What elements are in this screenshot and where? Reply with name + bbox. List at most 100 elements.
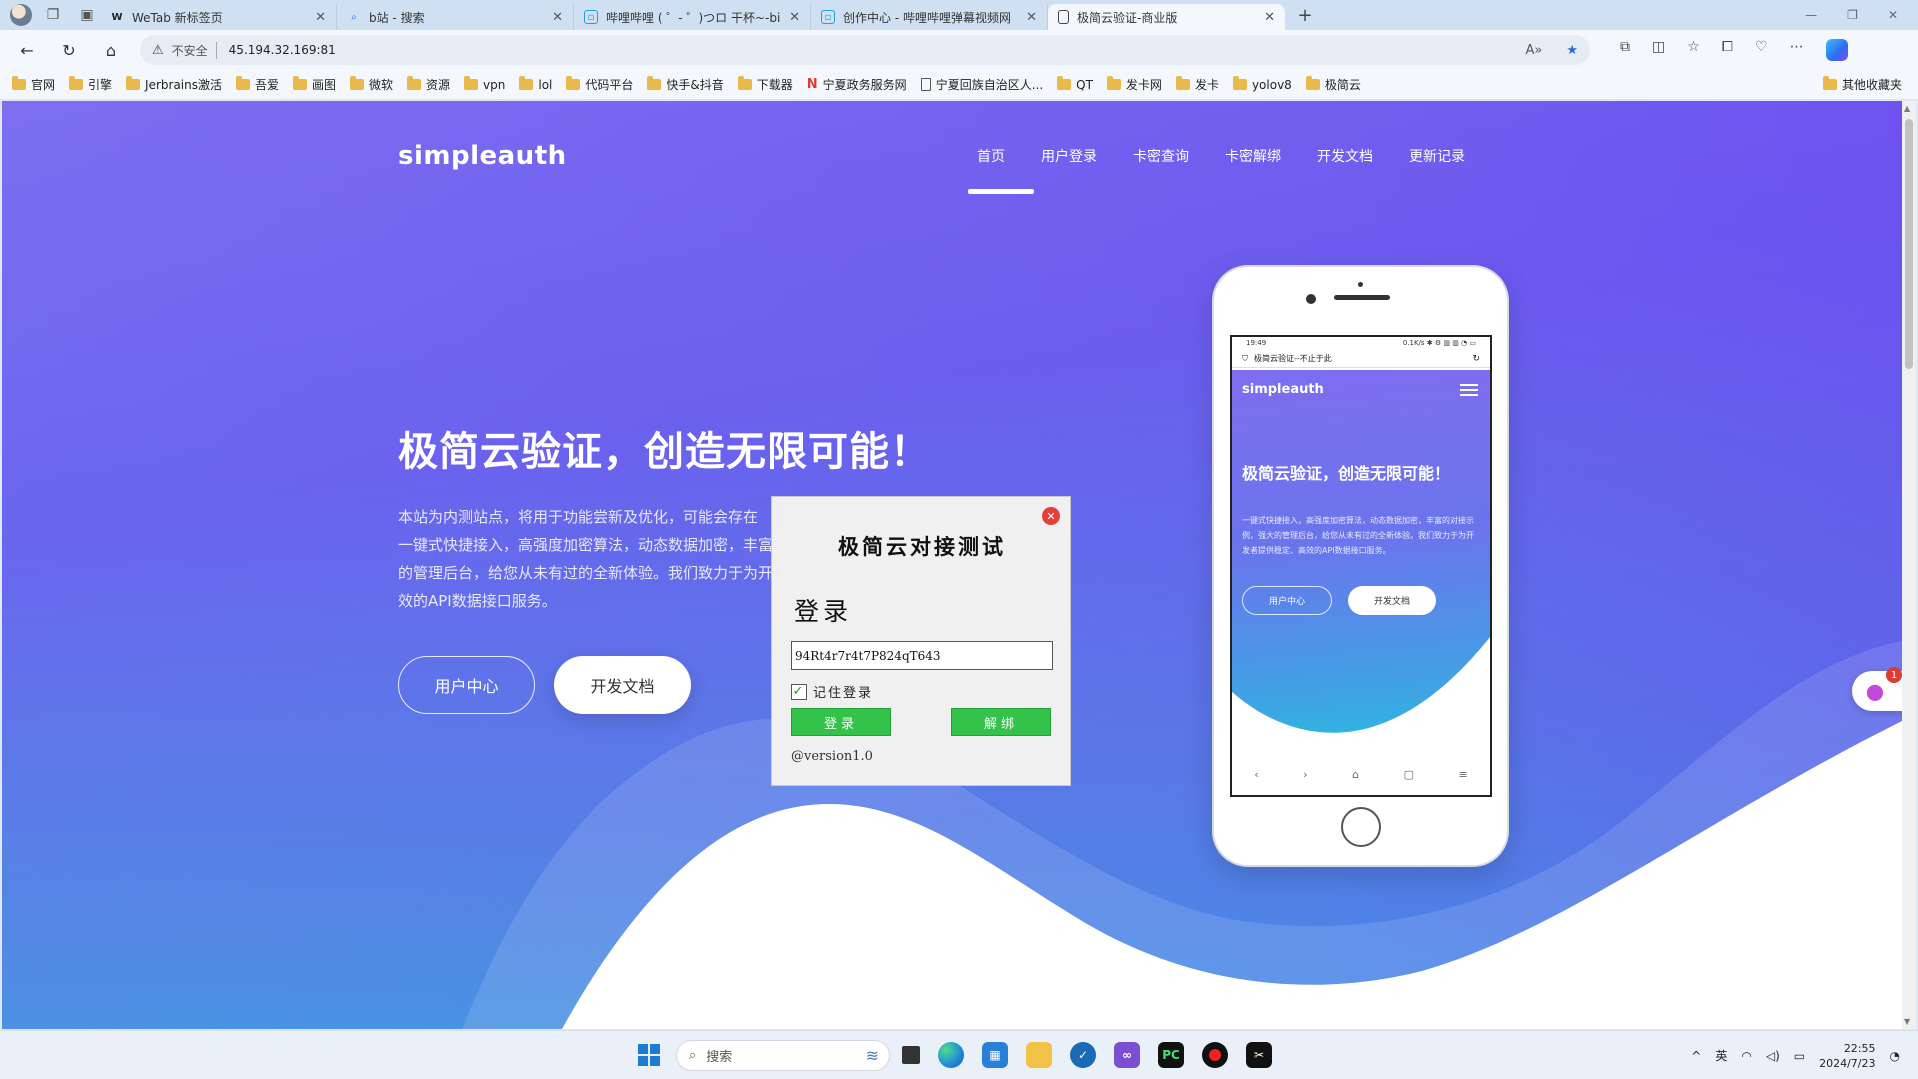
page-icon: [1058, 10, 1069, 24]
bookmark-folder[interactable]: 发卡: [1175, 76, 1219, 93]
nav-user-login[interactable]: 用户登录: [1041, 146, 1097, 166]
tab-actions-icon[interactable]: ▣: [74, 2, 100, 28]
close-icon[interactable]: ✕: [315, 10, 326, 25]
profile-avatar[interactable]: [10, 4, 32, 26]
bookmark-folder[interactable]: 吾爱: [235, 76, 279, 93]
close-window-icon[interactable]: ✕: [1888, 8, 1898, 22]
capcut-icon[interactable]: ✂: [1246, 1042, 1272, 1068]
volume-icon[interactable]: ◁): [1766, 1049, 1780, 1063]
remember-checkbox[interactable]: ✓: [791, 683, 807, 700]
scroll-up-icon[interactable]: ▲: [1904, 104, 1910, 113]
nav-card-query[interactable]: 卡密查询: [1133, 146, 1189, 166]
copilot-icon[interactable]: [1825, 39, 1848, 61]
bookmark-folder[interactable]: yolov8: [1232, 76, 1292, 92]
unbind-button[interactable]: 解绑: [951, 708, 1051, 736]
clock[interactable]: 22:55 2024/7/23: [1819, 1041, 1875, 1071]
more-icon[interactable]: ⋯: [1790, 39, 1804, 61]
dev-docs-button[interactable]: 开发文档: [554, 656, 691, 714]
site-logo[interactable]: simpleauth: [398, 141, 567, 171]
close-icon[interactable]: ✕: [1026, 10, 1037, 25]
ime-indicator[interactable]: 英: [1715, 1047, 1727, 1064]
tab-simpleauth[interactable]: 极简云验证-商业版 ✕: [1048, 4, 1285, 30]
login-button[interactable]: 登录: [791, 708, 891, 736]
address-bar[interactable]: ⚠ 不安全 45.194.32.169:81 A» ★: [140, 35, 1590, 65]
remember-login[interactable]: ✓ 记住登录: [791, 682, 873, 701]
bookmark-folder[interactable]: 快手&抖音: [647, 76, 724, 93]
workspaces-icon[interactable]: ❐: [40, 2, 66, 28]
minimize-icon[interactable]: —: [1805, 8, 1817, 22]
bookmark-folder[interactable]: vpn: [464, 76, 505, 92]
visual-studio-icon[interactable]: ∞: [1114, 1042, 1140, 1068]
close-icon[interactable]: ✕: [789, 10, 800, 25]
edge-icon[interactable]: [938, 1042, 964, 1068]
split-screen-icon[interactable]: ◫: [1652, 39, 1665, 61]
performance-icon[interactable]: ♡: [1755, 39, 1768, 61]
back-icon[interactable]: ←: [12, 35, 42, 65]
security-label[interactable]: 不安全: [172, 41, 217, 59]
login-test-dialog: ✕ 极简云对接测试 登录 ✓ 记住登录 登录 解绑 @version1.0: [771, 496, 1071, 786]
bookmark-folder[interactable]: 资源: [407, 76, 450, 93]
extensions-icon[interactable]: ⧉: [1620, 39, 1630, 61]
nav-card-unbind[interactable]: 卡密解绑: [1225, 146, 1281, 166]
start-button[interactable]: [638, 1044, 660, 1066]
store-icon[interactable]: ▦: [982, 1042, 1008, 1068]
battery-icon[interactable]: ▭: [1794, 1049, 1805, 1063]
bookmark-folder[interactable]: 代码平台: [566, 76, 633, 93]
notifications-icon[interactable]: ◔: [1890, 1049, 1900, 1063]
dialog-heading: 登录: [794, 597, 853, 626]
bookmark-link[interactable]: 宁夏回族自治区人...: [920, 76, 1043, 93]
tab-bilibili-creator[interactable]: ▫ 创作中心 - 哔哩哔哩弹幕视频网 ✕: [811, 4, 1048, 30]
close-icon[interactable]: ✕: [552, 10, 563, 25]
task-view-icon[interactable]: [902, 1046, 920, 1064]
nav-home[interactable]: 首页: [977, 146, 1005, 166]
nav-dev-docs[interactable]: 开发文档: [1317, 146, 1373, 166]
card-key-input[interactable]: [791, 641, 1053, 670]
scroll-thumb[interactable]: [1905, 119, 1913, 369]
url-text[interactable]: 45.194.32.169:81: [225, 43, 336, 57]
tab-wetab[interactable]: W WeTab 新标签页 ✕: [100, 4, 337, 30]
file-explorer-icon[interactable]: [1026, 1042, 1052, 1068]
bookmark-folder[interactable]: 引擎: [69, 76, 112, 93]
bookmark-folder[interactable]: 画图: [293, 76, 336, 93]
tab-bing-search[interactable]: ⌕ b站 - 搜索 ✕: [337, 4, 574, 30]
floating-assistant[interactable]: ⬤ 1: [1852, 667, 1902, 711]
collections-icon[interactable]: ⧠: [1722, 39, 1733, 61]
warning-icon[interactable]: ⚠: [152, 43, 164, 58]
close-icon[interactable]: ✕: [1042, 507, 1060, 525]
bookmark-folder[interactable]: 下载器: [737, 76, 793, 93]
close-icon[interactable]: ✕: [1264, 10, 1275, 25]
bookmark-folder[interactable]: 极简云: [1305, 76, 1361, 93]
favorites-icon[interactable]: ☆: [1687, 39, 1700, 61]
wifi-icon[interactable]: ◠: [1741, 1049, 1751, 1063]
reload-icon[interactable]: ↻: [54, 35, 84, 65]
folder-icon: [1305, 76, 1320, 90]
version-label: @version1.0: [791, 749, 873, 764]
bookmark-folder[interactable]: lol: [519, 76, 552, 92]
other-bookmarks[interactable]: 其他收藏夹: [1822, 76, 1902, 93]
bookmark-folder[interactable]: 发卡网: [1106, 76, 1162, 93]
read-aloud-icon[interactable]: A»: [1525, 43, 1542, 58]
tab-label: b站 - 搜索: [369, 10, 425, 25]
tab-label: 极简云验证-商业版: [1077, 10, 1178, 25]
bookmark-folder[interactable]: QT: [1057, 76, 1093, 92]
restore-icon[interactable]: ❐: [1847, 8, 1858, 22]
bookmark-folder[interactable]: 微软: [350, 76, 393, 93]
scroll-down-icon[interactable]: ▼: [1904, 1017, 1910, 1026]
nav-changelog[interactable]: 更新记录: [1409, 146, 1465, 166]
favorite-star-icon[interactable]: ★: [1566, 43, 1578, 58]
vscode-insiders-icon[interactable]: ✓: [1070, 1042, 1096, 1068]
user-center-button[interactable]: 用户中心: [398, 656, 535, 714]
taskbar-search[interactable]: ⌕ 搜索 ≋: [676, 1040, 890, 1071]
record-icon[interactable]: [1202, 1042, 1228, 1068]
phone-page: simpleauth 极简云验证，创造无限可能！ 一键式快捷接入，高强度加密算法…: [1232, 370, 1490, 752]
pycharm-icon[interactable]: PC: [1158, 1042, 1184, 1068]
page-scrollbar[interactable]: ▲ ▼: [1902, 101, 1916, 1029]
remember-label: 记住登录: [813, 686, 874, 701]
bookmark-folder[interactable]: Jerbrains激活: [126, 76, 222, 93]
bookmark-link[interactable]: N 宁夏政务服务网: [807, 76, 907, 93]
home-icon[interactable]: ⌂: [96, 35, 126, 65]
tab-bilibili-home[interactable]: ▫ 哔哩哔哩 ( ゜- ゜)つロ 干杯~-bili ✕: [574, 4, 811, 30]
new-tab-button[interactable]: +: [1291, 2, 1319, 28]
chevron-up-icon[interactable]: ^: [1691, 1049, 1701, 1063]
bookmark-folder[interactable]: 官网: [12, 76, 55, 93]
